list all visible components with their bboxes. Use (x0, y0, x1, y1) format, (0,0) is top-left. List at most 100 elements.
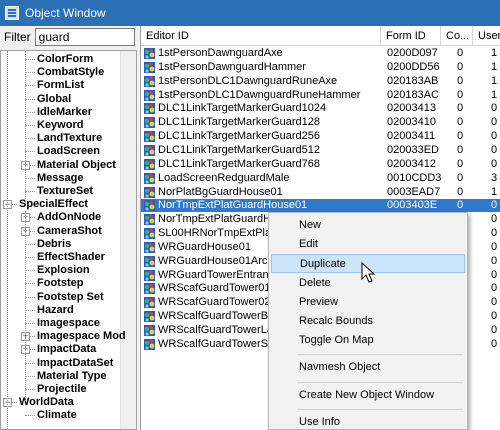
tree-item[interactable]: Message (37, 172, 83, 185)
tree-item[interactable]: Climate (37, 409, 77, 422)
tree-connector (25, 415, 35, 417)
cell-users: 0 (491, 240, 498, 253)
tree-item[interactable]: FormList (37, 79, 84, 92)
cell-users: 0 (491, 337, 498, 350)
tree-item[interactable]: Imagespace (37, 317, 100, 330)
column-header-editor-id[interactable]: Editor ID (141, 26, 381, 46)
menu-separator (297, 408, 463, 410)
table-row[interactable]: DLC1LinkTargetMarkerGuard768 02003412 0 0 (141, 158, 500, 171)
object-record-icon (143, 338, 156, 351)
tree-item[interactable]: AddOnNode (37, 211, 101, 224)
tree-item[interactable]: ImpactData (37, 343, 96, 356)
table-row[interactable]: DLC1LinkTargetMarkerGuard512 020033ED 0 0 (141, 144, 500, 157)
menu-item-recalc-bounds[interactable]: Recalc Bounds (271, 312, 465, 331)
cell-count: 0 (457, 47, 464, 59)
tree-guide-line (25, 211, 26, 401)
cell-users: 0 (491, 227, 498, 240)
tree-connector (25, 309, 35, 311)
tree-scrollbar[interactable] (120, 51, 136, 429)
tree-item[interactable]: ColorForm (37, 53, 93, 66)
tree-item[interactable]: Footstep Set (37, 291, 104, 304)
cell-users: 0 (491, 268, 498, 281)
tree-item[interactable]: Footstep (37, 277, 83, 290)
object-record-icon (143, 75, 156, 88)
title-bar: Object Window (0, 0, 500, 26)
tree-item[interactable]: Projectile (37, 383, 87, 396)
tree-connector (25, 111, 35, 113)
table-row[interactable]: NorTmpExtPlatGuardHouse01 0003403E 0 0 (141, 199, 500, 213)
object-record-icon (143, 89, 156, 102)
cell-editor-id: DLC1LinkTargetMarkerGuard128 (158, 116, 321, 129)
object-record-icon (143, 47, 156, 60)
cell-editor-id: DLC1LinkTargetMarkerGuard768 (158, 157, 321, 170)
table-row[interactable]: DLC1LinkTargetMarkerGuard256 02003411 0 0 (141, 130, 500, 143)
menu-item-toggle-on-map[interactable]: Toggle On Map (271, 331, 465, 350)
tree-item[interactable]: Global (37, 93, 71, 106)
cell-count: 0 (457, 116, 464, 129)
menu-item-preview[interactable]: Preview (271, 293, 465, 312)
cell-count: 0 (457, 88, 464, 101)
mouse-pointer-icon (361, 262, 376, 283)
menu-item-edit[interactable]: Edit (271, 235, 465, 254)
tree-item[interactable]: EffectShader (37, 251, 105, 264)
tree-item[interactable]: Imagespace Mod (37, 330, 126, 343)
cell-users: 0 (491, 282, 498, 295)
column-header-form-id[interactable]: Form ID (381, 26, 441, 46)
table-row[interactable]: LoadScreenRedguardMale 0010CDD3 0 3 (141, 172, 500, 185)
tree-item[interactable]: Material Type (37, 370, 107, 383)
tree-item[interactable]: Debris (37, 238, 71, 251)
tree-connector (25, 362, 35, 364)
cell-users: 1 (491, 74, 498, 87)
menu-item-navmesh-object[interactable]: Navmesh Object (271, 358, 465, 377)
menu-item-new[interactable]: New (271, 216, 465, 235)
tree-item[interactable]: TextureSet (37, 185, 93, 198)
object-record-icon (143, 310, 156, 323)
tree-item[interactable]: LoadScreen (37, 145, 100, 158)
menu-item-create-new-object-window[interactable]: Create New Object Window (271, 386, 465, 405)
list-header: Editor ID Form ID Co... User (141, 26, 500, 46)
table-row[interactable]: 1stPersonDawnguardHammer 0200DD56 0 1 (141, 61, 500, 74)
object-record-icon (143, 324, 156, 337)
object-record-icon (143, 158, 156, 171)
cell-form-id: 020183AC (387, 88, 439, 101)
cell-count: 0 (457, 130, 464, 143)
cell-form-id: 0010CDD3 (387, 171, 441, 184)
object-record-icon (143, 282, 156, 295)
tree-connector (25, 296, 35, 298)
table-row[interactable]: 1stPersonDLC1DawnguardRuneAxe 020183AB 0 1 (141, 75, 500, 88)
filter-input[interactable] (34, 28, 135, 46)
table-row[interactable]: 1stPersonDLC1DawnguardRuneHammer 020183AC… (141, 89, 500, 102)
filter-bar: Filter (0, 26, 138, 48)
cell-users: 1 (491, 47, 498, 59)
tree-connector (25, 375, 35, 377)
column-header-users[interactable]: User (473, 26, 500, 46)
tree-item[interactable]: Hazard (37, 304, 74, 317)
table-row[interactable]: DLC1LinkTargetMarkerGuard1024 02003413 0 0 (141, 102, 500, 115)
cell-form-id: 0003403E (387, 199, 438, 212)
menu-separator (297, 381, 463, 383)
object-record-icon (143, 102, 156, 115)
menu-item-use-info[interactable]: Use Info (271, 413, 465, 430)
tree-item[interactable]: IdleMarker (37, 106, 92, 119)
object-record-icon (143, 269, 156, 282)
object-record-icon (143, 213, 156, 226)
cell-users: 0 (491, 157, 498, 170)
table-row[interactable]: 1stPersonDawnguardAxe 0200D097 0 1 (141, 47, 500, 60)
tree-item[interactable]: CombatStyle (37, 66, 104, 79)
tree-item[interactable]: SpecialEffect (19, 198, 88, 211)
tree-item[interactable]: CameraShot (37, 225, 102, 238)
table-row[interactable]: NorPlatBgGuardHouse01 0003EAD7 0 1 (141, 186, 500, 199)
tree-item[interactable]: LandTexture (37, 132, 102, 145)
tree-connector (25, 125, 35, 126)
tree-item[interactable]: Explosion (37, 264, 90, 277)
tree-item[interactable]: WorldData (19, 396, 74, 409)
tree-item[interactable]: Keyword (37, 119, 83, 132)
tree-item[interactable]: Material Object (37, 159, 116, 172)
column-header-count[interactable]: Co... (441, 26, 473, 46)
tree-connector (25, 138, 35, 140)
table-row[interactable]: DLC1LinkTargetMarkerGuard128 02003410 0 0 (141, 116, 500, 129)
cell-form-id: 02003410 (387, 116, 436, 129)
tree-item[interactable]: ImpactDataSet (37, 357, 113, 370)
category-tree[interactable]: ColorForm CombatStyle FormList Global IdleMa… (0, 50, 137, 430)
cell-users: 0 (491, 199, 498, 212)
